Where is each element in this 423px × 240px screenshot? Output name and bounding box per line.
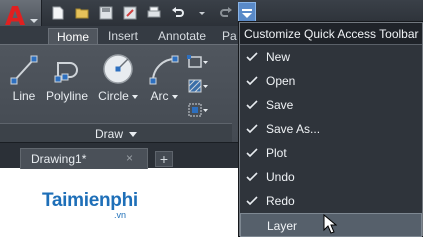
plot-icon[interactable] xyxy=(144,3,164,23)
menu-item-new[interactable]: New xyxy=(240,45,422,69)
menu-item-undo[interactable]: Undo xyxy=(240,165,422,189)
undo-icon[interactable] xyxy=(168,3,188,23)
new-tab-button[interactable]: + xyxy=(155,151,173,167)
boundary-icon xyxy=(188,103,208,117)
menu-item-save[interactable]: Save xyxy=(240,93,422,117)
watermark-logo: Taimienphi .vn xyxy=(42,190,138,220)
customize-qat-button[interactable] xyxy=(238,2,256,24)
arc-icon xyxy=(149,55,179,85)
chevron-down-icon xyxy=(30,19,38,23)
mouse-cursor-icon xyxy=(323,214,337,234)
arc-label: Arc xyxy=(146,89,182,103)
checkmark-icon xyxy=(246,124,258,134)
checkmark-icon xyxy=(246,76,258,86)
checkmark-icon xyxy=(246,172,258,182)
hatch-tool-button[interactable] xyxy=(186,77,208,95)
file-tab-drawing1[interactable]: Drawing1* × xyxy=(20,148,148,169)
customize-dropdown-icon xyxy=(242,9,252,18)
menu-item-save-as[interactable]: Save As... xyxy=(240,117,422,141)
polyline-icon xyxy=(54,62,78,83)
new-icon[interactable] xyxy=(48,3,68,23)
rectangle-icon xyxy=(187,55,208,68)
checkmark-icon xyxy=(246,148,258,158)
polyline-label: Polyline xyxy=(45,89,89,103)
quick-access-toolbar xyxy=(48,3,260,23)
boundary-tool-button[interactable] xyxy=(186,101,208,119)
watermark-suffix: .vn xyxy=(114,210,127,220)
chevron-down-icon xyxy=(131,94,138,99)
chevron-down-icon xyxy=(129,132,137,138)
menu-item-open[interactable]: Open xyxy=(240,69,422,93)
tab-insert[interactable]: Insert xyxy=(100,28,146,44)
chevron-down-icon[interactable] xyxy=(192,3,212,23)
circle-label: Circle xyxy=(98,89,138,103)
polyline-tool-button[interactable]: Polyline xyxy=(44,53,90,103)
menu-title: Customize Quick Access Toolbar xyxy=(240,23,422,45)
rectangle-tool-button[interactable] xyxy=(186,53,208,71)
save-icon[interactable] xyxy=(96,3,116,23)
save-as-icon[interactable] xyxy=(120,3,140,23)
circle-tool-button[interactable]: Circle xyxy=(98,51,138,103)
customize-qat-menu: Customize Quick Access Toolbar New Open … xyxy=(239,22,423,237)
open-icon[interactable] xyxy=(72,3,92,23)
draw-panel-title[interactable]: Draw xyxy=(0,123,232,143)
redo-icon[interactable] xyxy=(216,3,236,23)
chevron-down-icon xyxy=(171,94,178,99)
circle-icon xyxy=(103,54,133,84)
checkmark-icon xyxy=(246,100,258,110)
line-tool-button[interactable]: Line xyxy=(8,53,40,103)
checkmark-icon xyxy=(246,196,258,206)
tab-annotate[interactable]: Annotate xyxy=(150,28,214,44)
menu-item-plot[interactable]: Plot xyxy=(240,141,422,165)
file-tab-label: Drawing1* xyxy=(31,152,87,166)
tab-home[interactable]: Home xyxy=(48,28,99,44)
watermark-text: Taimienphi xyxy=(42,190,138,211)
checkmark-icon xyxy=(246,52,258,62)
hatch-icon xyxy=(188,79,208,93)
close-icon[interactable]: × xyxy=(126,151,133,165)
line-icon xyxy=(10,55,38,85)
line-label: Line xyxy=(12,89,36,103)
arc-tool-button[interactable]: Arc xyxy=(146,53,182,103)
menu-item-redo[interactable]: Redo xyxy=(240,189,422,213)
